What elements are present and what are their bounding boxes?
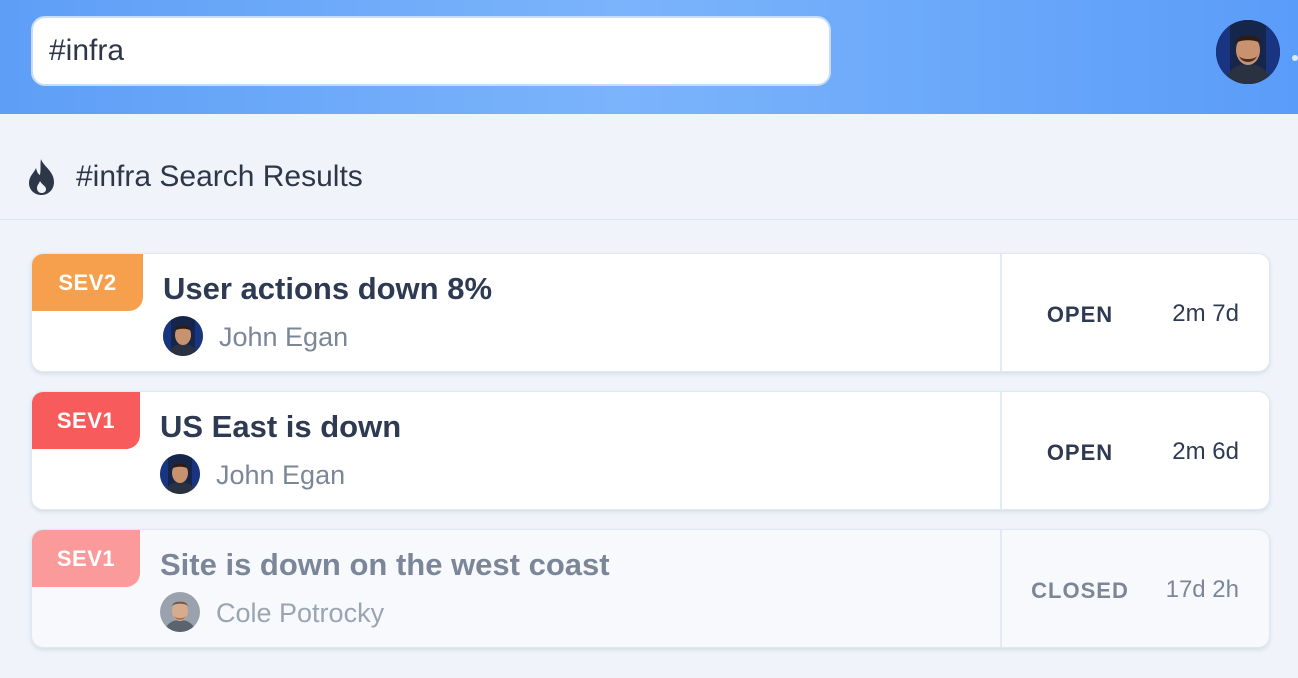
- author-avatar-image: [160, 454, 200, 494]
- author-avatar-image: [160, 592, 200, 632]
- incident-title[interactable]: Site is down on the west coast: [160, 547, 610, 583]
- author-avatar: [160, 592, 200, 632]
- incident-card[interactable]: SEV1 US East is down John Egan OPEN 2m 6…: [31, 391, 1270, 510]
- severity-badge: SEV2: [32, 254, 143, 311]
- severity-badge: SEV1: [32, 530, 140, 587]
- incident-title[interactable]: User actions down 8%: [163, 271, 492, 307]
- incident-age: 2m 7d: [1172, 300, 1239, 327]
- status-badge: OPEN: [1046, 302, 1114, 327]
- top-bar: [0, 0, 1298, 114]
- incident-author: Cole Potrocky: [216, 598, 385, 628]
- incident-card[interactable]: SEV1 Site is down on the west coast Cole…: [31, 529, 1270, 648]
- incident-author: John Egan: [216, 460, 346, 490]
- incident-card[interactable]: SEV2 User actions down 8% John Egan OPEN…: [31, 253, 1270, 372]
- author-avatar-image: [163, 316, 203, 356]
- status-badge: CLOSED: [1031, 578, 1129, 603]
- results-header: #infra Search Results: [0, 114, 1298, 220]
- incident-age: 2m 6d: [1172, 438, 1239, 465]
- search-input[interactable]: [31, 16, 831, 86]
- fire-icon: [29, 159, 54, 195]
- status-badge: OPEN: [1046, 440, 1114, 465]
- author-avatar: [160, 454, 200, 494]
- severity-badge: SEV1: [32, 392, 140, 449]
- incident-author: John Egan: [219, 322, 349, 352]
- menu-indicator: [1292, 55, 1298, 61]
- incident-age: 17d 2h: [1165, 576, 1239, 603]
- incident-title[interactable]: US East is down: [160, 409, 401, 445]
- results-title: #infra Search Results: [76, 160, 363, 193]
- author-avatar: [163, 316, 203, 356]
- user-avatar-image: [1216, 20, 1280, 84]
- user-avatar[interactable]: [1216, 20, 1280, 84]
